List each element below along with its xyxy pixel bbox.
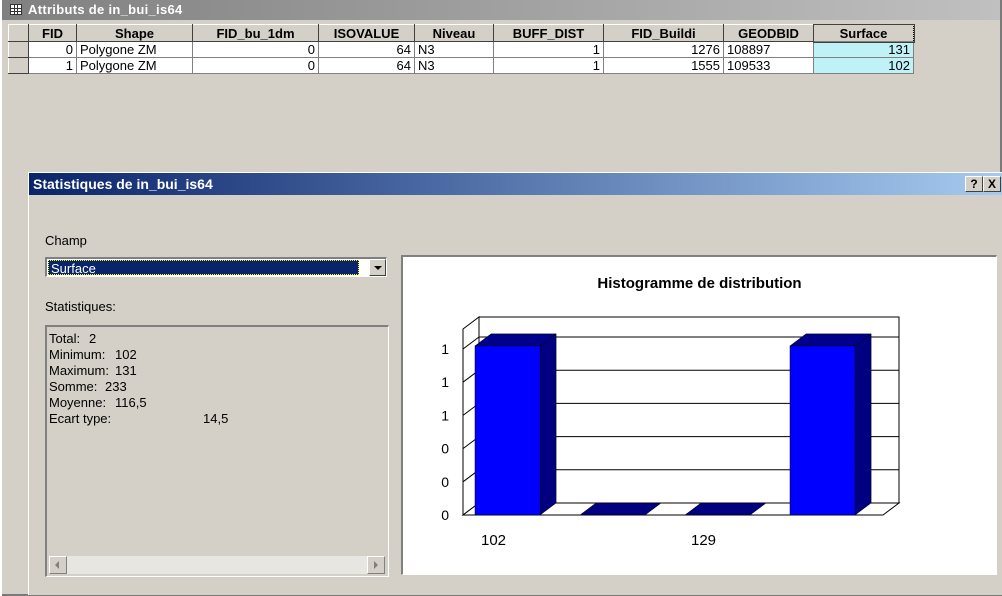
stat-row-moyenne: Moyenne: 116,5 [49,395,147,410]
column-header-fid-buildi[interactable]: FID_Buildi [603,24,724,42]
x-tick-label: 102 [481,532,506,549]
y-tick-label: 1 [441,374,449,390]
table-cell[interactable]: Polygone ZM [76,57,193,74]
statistics-panel: Total: 2 Minimum: 102 Maximum: 131 Somme: 23… [45,325,389,577]
table-cell[interactable]: 1 [28,57,77,74]
chevron-down-icon [374,266,382,270]
close-button[interactable]: X [983,176,1001,192]
y-tick-label: 0 [441,507,449,523]
table-cell[interactable]: 0 [192,41,319,58]
statistics-dialog-title: Statistiques de in_bui_is64 [33,176,213,192]
column-header-surface[interactable]: Surface [812,23,915,43]
column-header-geodbid[interactable]: GEODBID [723,24,814,42]
table-cell[interactable]: 1276 [603,41,724,58]
y-tick-label: 1 [441,341,449,357]
table-cell[interactable]: Polygone ZM [76,41,193,58]
bar-side [539,333,557,516]
table-cell[interactable]: 64 [318,41,415,58]
stat-row-minimum: Minimum: 102 [49,347,137,362]
attribute-table-area: FID Shape FID_bu_1dm ISOVALUE Niveau BUF… [8,23,1000,114]
field-select-value: Surface [48,260,359,276]
stat-row-somme: Somme: 233 [49,379,127,394]
histogram-svg: 0 0 0 1 1 1 102 129 [441,316,901,549]
column-header-shape[interactable]: Shape [76,24,193,42]
row-selector-header[interactable] [8,24,29,42]
table-cell[interactable]: 1555 [603,57,724,74]
table-row[interactable]: 1 Polygone ZM 0 64 N3 1 1555 109533 102 [8,57,914,74]
table-cell[interactable]: 108897 [723,41,814,58]
horizontal-scrollbar[interactable] [49,556,385,574]
table-cell[interactable]: 1 [493,57,604,74]
table-cell[interactable]: 0 [28,41,77,58]
table-cell[interactable]: 109533 [723,57,814,74]
bar [474,345,541,516]
y-tick-label: 0 [441,474,449,490]
table-cell[interactable]: 102 [813,57,914,74]
bar [789,345,856,516]
stat-row-maximum: Maximum: 131 [49,363,137,378]
statistics-dialog-titlebar[interactable]: Statistiques de in_bui_is64 ? X [29,173,1002,195]
y-tick-label: 1 [441,407,449,423]
scroll-right-button[interactable] [367,556,385,574]
table-cell[interactable]: N3 [414,41,494,58]
table-cell[interactable]: 0 [192,57,319,74]
attribute-window-title: Attributs de in_bui_is64 [28,2,183,17]
table-cell[interactable]: 64 [318,57,415,74]
table-row[interactable]: 0 Polygone ZM 0 64 N3 1 1276 108897 131 [8,41,914,58]
stat-row-total: Total: 2 [49,331,97,346]
scroll-left-button[interactable] [49,556,67,574]
column-header-niveau[interactable]: Niveau [414,24,494,42]
histogram-chart: Histogramme de distribution 0 0 0 1 1 1 102 129 [401,255,997,575]
column-header-buff-dist[interactable]: BUFF_DIST [493,24,604,42]
attribute-window-titlebar[interactable]: Attributs de in_bui_is64 [2,0,1000,20]
field-select[interactable]: Surface [45,257,387,277]
attribute-table: FID Shape FID_bu_1dm ISOVALUE Niveau BUF… [8,23,915,74]
column-header-fid-bu-1dm[interactable]: FID_bu_1dm [192,24,319,42]
row-selector[interactable] [8,57,29,74]
column-header-fid[interactable]: FID [28,24,77,42]
help-button[interactable]: ? [965,176,983,192]
table-cell[interactable]: 1 [493,41,604,58]
arrow-left-icon [55,561,59,569]
table-cell[interactable]: N3 [414,57,494,74]
column-header-isovalue[interactable]: ISOVALUE [318,24,415,42]
dropdown-arrow-button[interactable] [369,259,386,276]
field-label: Champ [45,233,87,248]
attribute-window: Attributs de in_bui_is64 FID Shape FID_b… [2,0,1002,596]
table-icon [10,4,22,15]
stat-row-ecart-type: Ecart type: 14,5 [49,411,229,426]
x-tick-label: 129 [691,532,716,549]
y-tick-label: 0 [441,441,449,457]
arrow-right-icon [374,561,378,569]
statistics-label: Statistiques: [45,299,116,314]
statistics-dialog: Statistiques de in_bui_is64 ? X Champ Su… [28,172,1002,595]
row-selector[interactable] [8,41,29,58]
table-cell[interactable]: 131 [813,41,914,58]
bar-side [854,333,872,516]
